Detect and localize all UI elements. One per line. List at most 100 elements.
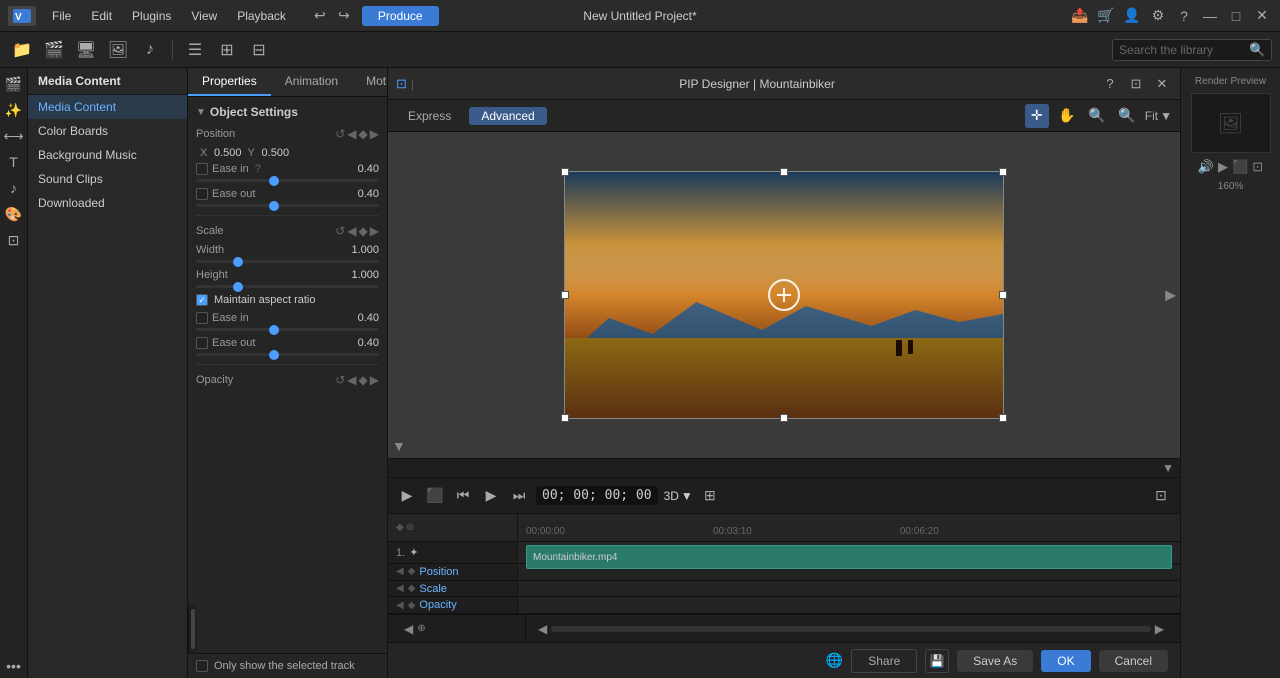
prop-opacity-content[interactable]	[518, 597, 1180, 613]
ease-in-1-check[interactable]	[196, 163, 208, 175]
position-right-icon[interactable]: ▶	[370, 127, 379, 141]
handle-top-right[interactable]	[999, 168, 1007, 176]
render-expand-icon[interactable]: ⊡	[1252, 159, 1263, 175]
close-icon[interactable]: ✕	[1252, 6, 1272, 26]
maintain-aspect-check[interactable]: ✓	[196, 294, 208, 306]
ease-out-2-thumb[interactable]	[269, 350, 279, 360]
menu-playback[interactable]: Playback	[229, 7, 294, 25]
pip-help-icon[interactable]: ?	[1100, 74, 1120, 94]
pip-tool-hand[interactable]: ✋	[1055, 104, 1079, 128]
scale-left-icon[interactable]: ◀	[347, 224, 356, 238]
position-left-icon[interactable]: ◀	[347, 127, 356, 141]
ease-in-2-thumb[interactable]	[269, 325, 279, 335]
timecode-display[interactable]: 00; 00; 00; 00	[536, 486, 658, 505]
left-panel-item-sound[interactable]: Sound Clips	[28, 167, 187, 191]
menu-edit[interactable]: Edit	[83, 7, 120, 25]
produce-button[interactable]: Produce	[362, 6, 439, 26]
handle-middle-left[interactable]	[561, 291, 569, 299]
ease-in-1-thumb[interactable]	[269, 176, 279, 186]
sidebar-icon-pip[interactable]: ⊡	[2, 228, 26, 252]
height-thumb[interactable]	[233, 282, 243, 292]
timeline-collapse-btn[interactable]: ▼	[1162, 461, 1174, 475]
sidebar-icon-more[interactable]: •••	[2, 654, 26, 678]
preview-expand-icon[interactable]: ▶	[1165, 287, 1176, 304]
play-button[interactable]: ▶	[396, 485, 418, 507]
opacity-left-icon[interactable]: ◀	[347, 373, 356, 387]
y-value[interactable]: 0.500	[262, 147, 290, 159]
menu-plugins[interactable]: Plugins	[124, 7, 179, 25]
step-back-button[interactable]: ⏮	[452, 485, 474, 507]
timeline-add-icon[interactable]: ⊕	[417, 623, 425, 634]
list-view-icon[interactable]: ☰	[181, 36, 209, 64]
mode-3d-button[interactable]: 3D ▼	[664, 489, 693, 503]
ease-in-1-help[interactable]: ?	[255, 163, 261, 175]
scale-diamond-icon[interactable]: ◆	[359, 224, 368, 238]
pip-tool-move[interactable]: ✛	[1025, 104, 1049, 128]
position-reset-icon[interactable]: ↺	[335, 127, 345, 141]
scale-right-icon[interactable]: ▶	[370, 224, 379, 238]
sidebar-icon-media[interactable]: 🎬	[2, 72, 26, 96]
left-panel-item-media[interactable]: Media Content	[28, 95, 187, 119]
clip-mountainbiker[interactable]: Mountainbiker.mp4	[526, 545, 1172, 569]
pip-restore-icon[interactable]: ⊡	[1126, 74, 1146, 94]
tab-animation[interactable]: Animation	[271, 68, 352, 96]
pip-fit-dropdown[interactable]: Fit ▼	[1145, 109, 1172, 123]
undo-icon[interactable]: ↩	[310, 6, 330, 26]
opacity-diamond-icon[interactable]: ◆	[359, 373, 368, 387]
image-icon[interactable]: 🖼	[104, 36, 132, 64]
timeline-scrollbar[interactable]	[551, 626, 1151, 632]
search-input[interactable]	[1119, 43, 1249, 57]
pip-tab-advanced[interactable]: Advanced	[469, 107, 546, 125]
step-forward-button[interactable]: ▶	[480, 485, 502, 507]
globe-icon[interactable]: 🌐	[826, 652, 843, 669]
only-show-check[interactable]	[196, 660, 208, 672]
detail-view-icon[interactable]: ⊟	[245, 36, 273, 64]
minimize-icon[interactable]: —	[1200, 6, 1220, 26]
render-stop-icon[interactable]: ⬛	[1232, 159, 1248, 175]
monitor-icon[interactable]: 🖥	[72, 36, 100, 64]
share-button[interactable]: Share	[851, 649, 917, 673]
ease-out-1-slider[interactable]	[196, 204, 379, 207]
position-diamond-icon[interactable]: ◆	[359, 127, 368, 141]
ease-out-2-check[interactable]	[196, 337, 208, 349]
maximize-icon[interactable]: □	[1226, 6, 1246, 26]
scale-reset-icon[interactable]: ↺	[335, 224, 345, 238]
render-audio-icon[interactable]: 🔊	[1198, 159, 1214, 175]
ok-button[interactable]: OK	[1041, 650, 1090, 672]
grid-view-icon[interactable]: ⊞	[213, 36, 241, 64]
width-thumb[interactable]	[233, 257, 243, 267]
cart-icon[interactable]: 🛒	[1096, 6, 1116, 26]
menu-file[interactable]: File	[44, 7, 79, 25]
help-icon[interactable]: ?	[1174, 6, 1194, 26]
timeline-scroll-left[interactable]: ◀	[538, 622, 547, 636]
pip-tool-zoom-in[interactable]: 🔍	[1115, 104, 1139, 128]
ease-in-2-slider[interactable]	[196, 328, 379, 331]
pip-tool-zoom-out[interactable]: 🔍	[1085, 104, 1109, 128]
handle-top-center[interactable]	[780, 168, 788, 176]
fullscreen-icon[interactable]: ⊡	[1150, 485, 1172, 507]
height-slider[interactable]	[196, 285, 379, 288]
opacity-right-icon[interactable]: ▶	[370, 373, 379, 387]
left-panel-item-color[interactable]: Color Boards	[28, 119, 187, 143]
ease-in-2-check[interactable]	[196, 312, 208, 324]
sidebar-icon-effects[interactable]: ✨	[2, 98, 26, 122]
sidebar-icon-color[interactable]: 🎨	[2, 202, 26, 226]
timeline-scroll-right[interactable]: ▶	[1155, 622, 1164, 636]
save-as-button[interactable]: Save As	[957, 650, 1033, 672]
handle-bottom-center[interactable]	[780, 414, 788, 422]
export-icon[interactable]: 📤	[1070, 6, 1090, 26]
cancel-button[interactable]: Cancel	[1099, 650, 1168, 672]
import-icon[interactable]: 📁	[8, 36, 36, 64]
settings-icon[interactable]: ⚙	[1148, 6, 1168, 26]
opacity-reset-icon[interactable]: ↺	[335, 373, 345, 387]
ease-out-1-check[interactable]	[196, 188, 208, 200]
split-icon[interactable]: ⊞	[699, 485, 721, 507]
render-play-icon[interactable]: ▶	[1218, 159, 1228, 175]
music-icon[interactable]: ♪	[136, 36, 164, 64]
media-icon[interactable]: 🎬	[40, 36, 68, 64]
prop-scale-content[interactable]	[518, 581, 1180, 597]
ease-out-2-slider[interactable]	[196, 353, 379, 356]
handle-top-left[interactable]	[561, 168, 569, 176]
handle-middle-right[interactable]	[999, 291, 1007, 299]
tab-motion[interactable]: Motion	[352, 68, 388, 96]
